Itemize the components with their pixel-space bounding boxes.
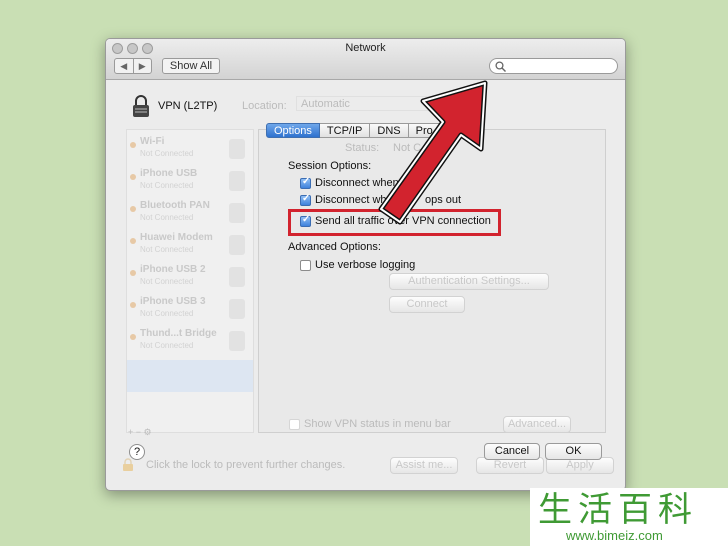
show-vpn-status-checkbox[interactable]: Show VPN status in menu bar <box>289 418 489 432</box>
status-dot-icon <box>130 206 136 212</box>
watermark-logo: 生活百科 <box>538 490 698 530</box>
watermark-url: www.bimeiz.com <box>566 528 663 543</box>
lock-message: Click the lock to prevent further change… <box>146 459 346 471</box>
service-status: Not Connected <box>140 149 194 158</box>
ok-button[interactable]: OK <box>545 443 602 460</box>
checkbox-label: Use verbose logging <box>315 259 416 271</box>
phone-icon <box>229 299 245 319</box>
vpn-lock-icon <box>133 95 149 117</box>
list-item[interactable]: Bluetooth PAN Not Connected <box>127 198 253 230</box>
bluetooth-icon <box>229 203 245 223</box>
service-name: iPhone USB <box>140 168 198 179</box>
red-arrow-icon <box>378 80 488 225</box>
padlock-icon[interactable] <box>122 458 134 472</box>
status-dot-icon <box>130 238 136 244</box>
checkbox-box[interactable] <box>300 176 311 189</box>
window-title: Network <box>345 42 386 54</box>
connect-button[interactable]: Connect <box>389 296 465 313</box>
checkbox-box[interactable] <box>300 193 311 206</box>
vpn-name: VPN (L2TP) <box>158 100 218 112</box>
session-options-label: Session Options: <box>288 160 372 172</box>
service-status: Not Connected <box>140 213 194 222</box>
assist-me-button[interactable]: Assist me... <box>390 457 458 474</box>
checkbox-label: Show VPN status in menu bar <box>304 418 451 430</box>
back-forward-buttons[interactable]: ◀ ▶ <box>114 58 152 74</box>
service-name: Huawei Modem <box>140 232 213 243</box>
service-status: Not Connected <box>140 181 194 190</box>
wifi-icon <box>229 139 245 159</box>
advanced-button[interactable]: Advanced... <box>503 416 571 433</box>
service-name: Bluetooth PAN <box>140 200 210 211</box>
forward-arrow-icon[interactable]: ▶ <box>132 59 152 73</box>
list-item[interactable]: iPhone USB 3 Not Connected <box>127 294 253 326</box>
cancel-button[interactable]: Cancel <box>484 443 540 460</box>
service-status: Not Connected <box>140 309 194 318</box>
service-name: iPhone USB 3 <box>140 296 206 307</box>
bridge-icon <box>229 331 245 351</box>
phone-icon <box>229 171 245 191</box>
show-all-button[interactable]: Show All <box>162 58 220 74</box>
list-item[interactable]: Huawei Modem Not Connected <box>127 230 253 262</box>
service-status: Not Connected <box>140 245 194 254</box>
status-dot-icon <box>130 302 136 308</box>
service-name: iPhone USB 2 <box>140 264 206 275</box>
service-status: Not Connected <box>140 341 194 350</box>
status-dot-icon <box>130 270 136 276</box>
help-button[interactable]: ? <box>129 444 145 460</box>
list-item[interactable]: iPhone USB 2 Not Connected <box>127 262 253 294</box>
service-status: Not Connected <box>140 277 194 286</box>
list-item[interactable]: Wi-Fi Not Connected <box>127 134 253 166</box>
back-arrow-icon[interactable]: ◀ <box>115 59 133 73</box>
service-list: Wi-Fi Not Connected iPhone USB Not Conne… <box>126 129 254 433</box>
phone-handset-icon <box>229 235 245 255</box>
tab-options[interactable]: Options <box>266 123 320 138</box>
arrow-shape <box>378 80 488 225</box>
watermark: 生活百科 www.bimeiz.com <box>530 488 728 546</box>
phone-icon <box>229 267 245 287</box>
status-dot-icon <box>130 142 136 148</box>
service-name: Thund...t Bridge <box>140 328 217 339</box>
add-remove-buttons[interactable]: + − ⚙ <box>128 427 152 438</box>
location-label: Location: <box>242 100 287 112</box>
status-dot-icon <box>130 174 136 180</box>
authentication-settings-button[interactable]: Authentication Settings... <box>389 273 549 290</box>
selected-vpn-row[interactable] <box>127 360 253 392</box>
verbose-logging-checkbox[interactable]: Use verbose logging <box>300 259 500 273</box>
service-name: Wi-Fi <box>140 136 165 147</box>
status-dot-icon <box>130 334 136 340</box>
checkbox-box[interactable] <box>300 260 311 271</box>
list-item[interactable]: Thund...t Bridge Not Connected <box>127 326 253 358</box>
checkbox-box[interactable] <box>289 419 300 430</box>
list-item[interactable]: iPhone USB Not Connected <box>127 166 253 198</box>
